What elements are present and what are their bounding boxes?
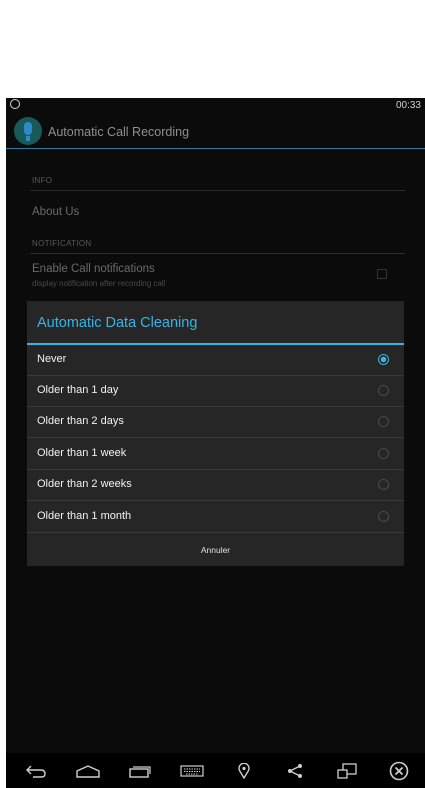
close-icon[interactable]: [379, 753, 419, 788]
option-label: Older than 1 week: [37, 447, 127, 459]
call-notifications-item[interactable]: Enable Call notifications display notifi…: [6, 263, 425, 293]
home-icon[interactable]: [68, 753, 108, 788]
option-label: Older than 1 month: [37, 510, 132, 522]
whatsapp-icon: [10, 99, 20, 109]
microphone-icon[interactable]: [14, 117, 42, 145]
status-time: 00:33: [395, 100, 421, 111]
keyboard-icon[interactable]: [172, 753, 212, 788]
radio-button[interactable]: [378, 448, 389, 459]
cancel-button[interactable]: Annuler: [27, 534, 404, 566]
option-label: Older than 1 day: [37, 384, 119, 396]
option-1-week[interactable]: Older than 1 week: [27, 439, 404, 470]
dialog-title: Automatic Data Cleaning: [37, 315, 198, 331]
location-icon[interactable]: [224, 753, 264, 788]
option-1-day[interactable]: Older than 1 day: [27, 376, 404, 407]
status-bar: 00:33: [6, 98, 425, 114]
share-icon[interactable]: [275, 753, 315, 788]
app-title: Automatic Call Recording: [48, 125, 190, 139]
action-bar: Automatic Call Recording: [6, 114, 425, 149]
call-notifications-checkbox[interactable]: [377, 269, 387, 279]
option-1-month[interactable]: Older than 1 month: [27, 502, 404, 533]
radio-button[interactable]: [378, 511, 389, 522]
phone-screen: 00:33 Automatic Call Recording INFO Abou…: [6, 98, 425, 788]
radio-button[interactable]: [378, 479, 389, 490]
option-label: Older than 2 days: [37, 415, 124, 427]
call-notifications-title: Enable Call notifications: [32, 263, 155, 275]
about-us-label: About Us: [32, 206, 80, 218]
call-notifications-summary: display notification after recording cal…: [32, 279, 166, 288]
data-cleaning-dialog: Automatic Data Cleaning Never Older than…: [27, 301, 404, 566]
option-never[interactable]: Never: [27, 345, 404, 376]
navigation-bar: [6, 753, 425, 788]
option-label: Never: [37, 353, 67, 365]
option-label: Older than 2 weeks: [37, 478, 132, 490]
divider: [30, 190, 405, 191]
divider: [30, 253, 405, 254]
radio-button[interactable]: [378, 416, 389, 427]
recent-apps-icon[interactable]: [120, 753, 160, 788]
screen-resize-icon[interactable]: [327, 753, 367, 788]
option-2-days[interactable]: Older than 2 days: [27, 407, 404, 438]
info-header: INFO: [32, 176, 53, 185]
back-icon[interactable]: [16, 753, 56, 788]
radio-button-selected[interactable]: [378, 354, 389, 365]
radio-button[interactable]: [378, 385, 389, 396]
notification-header: NOTIFICATION: [32, 239, 92, 248]
option-2-weeks[interactable]: Older than 2 weeks: [27, 470, 404, 501]
